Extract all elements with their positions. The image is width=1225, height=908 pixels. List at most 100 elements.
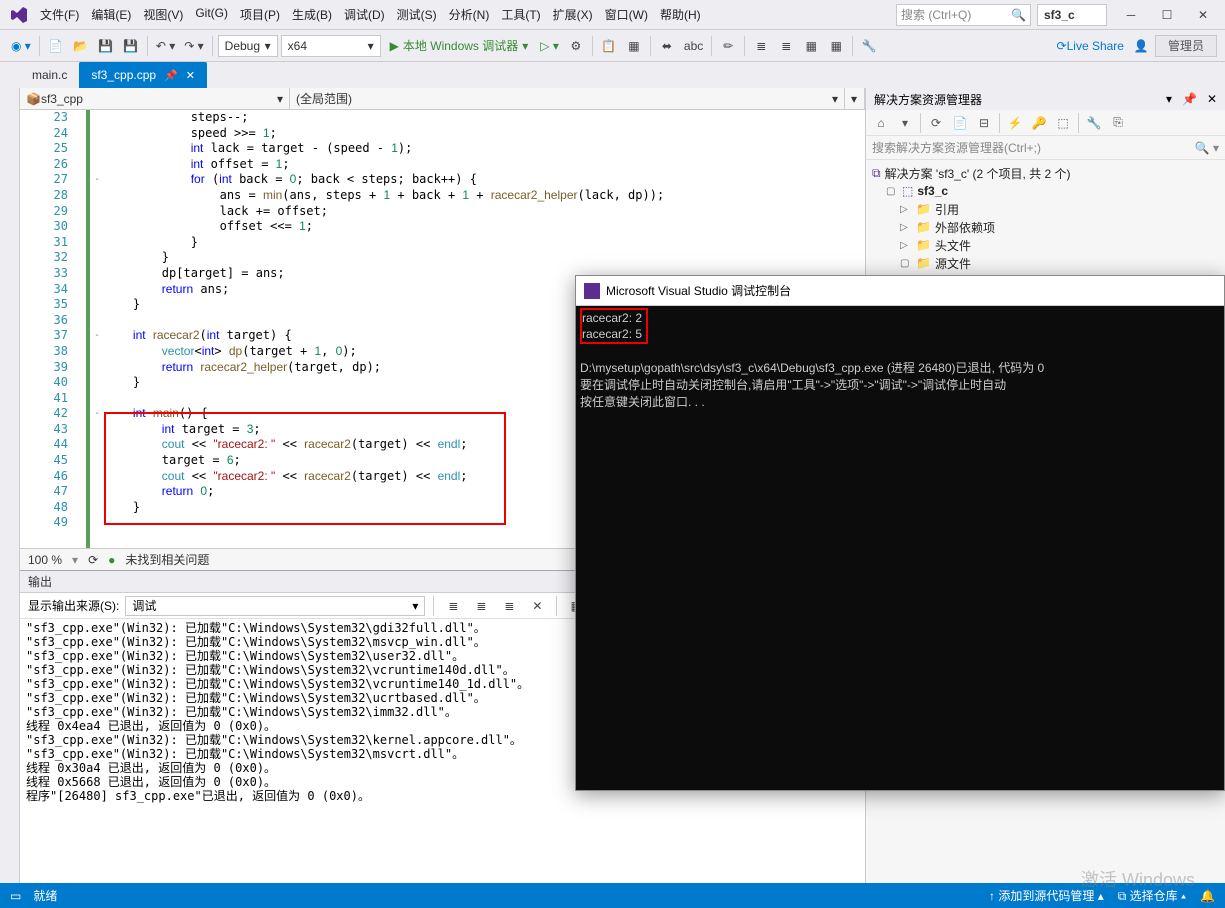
sol-tb-icon[interactable]: ⎘ [1107, 112, 1129, 134]
file-tabs: main.csf3_cpp.cpp📌✕ [0, 62, 1225, 88]
output-source-combo[interactable]: 调试▾ [125, 596, 425, 616]
menu-item[interactable]: 工具(T) [495, 2, 546, 27]
scope-selector: 📦 sf3_cpp▾ (全局范围)▾ ▾ [20, 88, 865, 110]
sol-tb-icon[interactable]: ⟳ [925, 112, 947, 134]
menu-item[interactable]: 编辑(E) [85, 2, 137, 27]
tree-node[interactable]: ▷📁 头文件 [872, 236, 1219, 254]
config-value: Debug [225, 39, 260, 53]
run-debug-button[interactable]: ▶ 本地 Windows 调试器 ▾ [384, 37, 535, 54]
tb-icon[interactable]: ≣ [750, 34, 772, 58]
tree-root-label: 解决方案 'sf3_c' (2 个项目, 共 2 个) [885, 165, 1071, 182]
platform-value: x64 [288, 39, 307, 53]
tb-icon[interactable]: ▦ [825, 34, 847, 58]
main-toolbar: ◉ ▾ 📄 📂 💾 💾 ↶ ▾ ↷ ▾ Debug▾ x64▾ ▶ 本地 Win… [0, 30, 1225, 62]
tree-node[interactable]: ▢📁 源文件 [872, 254, 1219, 272]
console-icon [584, 283, 600, 299]
scope-project[interactable]: 📦 sf3_cpp▾ [20, 88, 290, 109]
left-rail [0, 88, 20, 908]
menu-item[interactable]: 文件(F) [34, 2, 85, 27]
scope-function[interactable]: (全局范围)▾ [290, 88, 845, 109]
tb-icon[interactable]: ▦ [623, 34, 645, 58]
menu-item[interactable]: 测试(S) [391, 2, 443, 27]
zoom-level[interactable]: 100 % [28, 553, 62, 567]
tb-icon[interactable]: 🔧 [858, 34, 880, 58]
debug-console-window[interactable]: Microsoft Visual Studio 调试控制台 racecar2: … [575, 275, 1225, 791]
redo-button[interactable]: ↷ ▾ [181, 34, 206, 58]
vs-logo-icon [10, 6, 28, 24]
out-tb-icon[interactable]: ≣ [442, 594, 464, 618]
file-tab[interactable]: sf3_cpp.cpp📌✕ [79, 62, 207, 88]
sol-tb-icon[interactable]: ⊟ [973, 112, 995, 134]
maximize-button[interactable]: ☐ [1149, 1, 1185, 29]
menu-item[interactable]: 帮助(H) [654, 2, 707, 27]
titlebar: 文件(F)编辑(E)视图(V)Git(G)项目(P)生成(B)调试(D)测试(S… [0, 0, 1225, 30]
new-item-icon[interactable]: 📄 [45, 34, 67, 58]
menu-item[interactable]: 窗口(W) [599, 2, 654, 27]
tb-icon[interactable]: ✏ [717, 34, 739, 58]
sol-tb-icon[interactable]: ⌂ [870, 112, 892, 134]
tb-icon[interactable]: 📋 [598, 34, 620, 58]
config-combo[interactable]: Debug▾ [218, 35, 278, 57]
out-tb-icon[interactable]: ✕ [526, 594, 548, 618]
console-body[interactable]: racecar2: 2 racecar2: 5 D:\mysetup\gopat… [576, 306, 1224, 790]
status-ready: 就绪 [33, 887, 57, 904]
sol-tb-icon[interactable]: 📄 [949, 112, 971, 134]
out-tb-icon[interactable]: ≣ [498, 594, 520, 618]
tree-project[interactable]: ▢⬚ sf3_c [872, 182, 1219, 200]
fold-gutter[interactable]: --- [90, 110, 104, 548]
scope-extra[interactable]: ▾ [845, 88, 865, 109]
search-placeholder: 搜索 (Ctrl+Q) [901, 6, 971, 23]
close-button[interactable]: ✕ [1185, 1, 1221, 29]
menu-item[interactable]: 扩展(X) [547, 2, 599, 27]
issues-label: 未找到相关问题 [125, 551, 209, 568]
sol-tb-icon[interactable]: 🔑 [1028, 112, 1050, 134]
menu-item[interactable]: Git(G) [189, 2, 234, 27]
tb-icon[interactable]: abc [681, 34, 706, 58]
solution-title: 解决方案资源管理器 [874, 91, 982, 108]
solution-toolbar: ⌂ ▾ ⟳ 📄 ⊟ ⚡ 🔑 ⬚ 🔧 ⎘ [866, 110, 1225, 136]
tree-solution-root[interactable]: ⧉ 解决方案 'sf3_c' (2 个项目, 共 2 个) [872, 164, 1219, 182]
undo-button[interactable]: ↶ ▾ [153, 34, 178, 58]
menu-item[interactable]: 调试(D) [338, 2, 391, 27]
solution-name-box[interactable]: sf3_c [1037, 4, 1107, 26]
menu-item[interactable]: 项目(P) [234, 2, 286, 27]
console-titlebar[interactable]: Microsoft Visual Studio 调试控制台 [576, 276, 1224, 306]
windows-watermark: 激活 Windows [1081, 866, 1195, 892]
output-source-value: 调试 [132, 597, 156, 614]
tb-icon[interactable]: ⚙ [565, 34, 587, 58]
notification-icon[interactable]: 🔔 [1200, 889, 1215, 903]
statusbar-icon: ▭ [10, 889, 21, 903]
solution-tree[interactable]: ⧉ 解决方案 'sf3_c' (2 个项目, 共 2 个) ▢⬚ sf3_c ▷… [866, 160, 1225, 276]
solution-search[interactable]: 搜索解决方案资源管理器(Ctrl+;) 🔍 ▾ [866, 136, 1225, 160]
menu-item[interactable]: 分析(N) [443, 2, 496, 27]
admin-badge: 管理员 [1155, 35, 1217, 57]
sol-tb-icon[interactable]: 🔧 [1083, 112, 1105, 134]
tree-node[interactable]: ▷📁 引用 [872, 200, 1219, 218]
scope-function-label: (全局范围) [296, 90, 352, 107]
nav-icon[interactable]: ⟳ [88, 553, 98, 567]
sol-tb-icon[interactable]: ⬚ [1052, 112, 1074, 134]
solution-header: 解决方案资源管理器 ▾ 📌 ✕ [866, 88, 1225, 110]
minimize-button[interactable]: ─ [1113, 1, 1149, 29]
run-no-debug-button[interactable]: ▷ ▾ [537, 34, 562, 58]
file-tab[interactable]: main.c [20, 62, 79, 88]
menu-item[interactable]: 生成(B) [286, 2, 338, 27]
menu-item[interactable]: 视图(V) [137, 2, 189, 27]
tb-icon[interactable]: ▦ [800, 34, 822, 58]
tb-icon[interactable]: ⬌ [656, 34, 678, 58]
statusbar: ▭ 就绪 ↑ 添加到源代码管理 ▴ ⧉ 选择仓库 ▴ 🔔 [0, 883, 1225, 908]
out-tb-icon[interactable]: ≣ [470, 594, 492, 618]
platform-combo[interactable]: x64▾ [281, 35, 381, 57]
sol-tb-icon[interactable]: ⚡ [1004, 112, 1026, 134]
sol-tb-icon[interactable]: ▾ [894, 112, 916, 134]
save-all-icon[interactable]: 💾 [120, 34, 142, 58]
tree-node[interactable]: ▷📁 外部依赖项 [872, 218, 1219, 236]
tb-icon[interactable]: ≣ [775, 34, 797, 58]
back-button[interactable]: ◉ ▾ [8, 34, 34, 58]
account-icon[interactable]: 👤 [1130, 34, 1152, 58]
search-input[interactable]: 搜索 (Ctrl+Q) 🔍 [896, 4, 1031, 26]
open-icon[interactable]: 📂 [70, 34, 92, 58]
save-icon[interactable]: 💾 [95, 34, 117, 58]
console-title: Microsoft Visual Studio 调试控制台 [606, 282, 791, 299]
liveshare-button[interactable]: ⟳ Live Share [1054, 34, 1127, 58]
